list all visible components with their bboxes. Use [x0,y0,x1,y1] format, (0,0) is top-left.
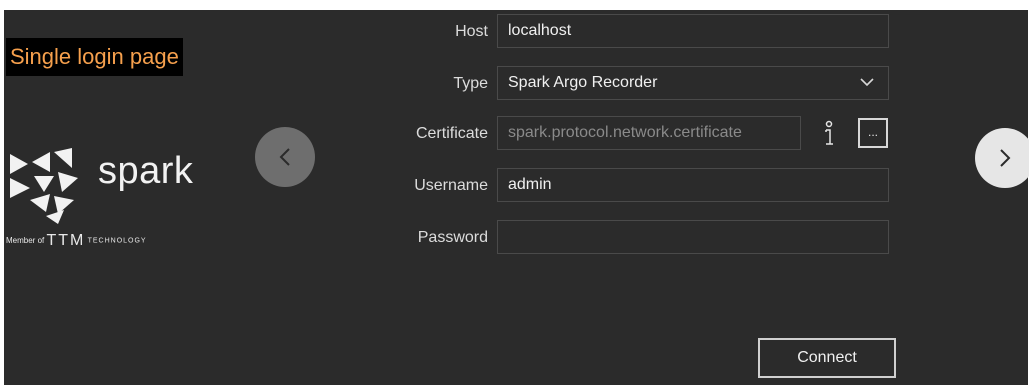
certificate-input[interactable]: spark.protocol.network.certificate [497,116,801,150]
info-icon[interactable] [822,120,836,148]
username-input[interactable]: admin [497,168,889,202]
connect-button[interactable]: Connect [758,338,896,378]
ttm-technology-text: TECHNOLOGY [87,237,147,245]
browse-certificate-button[interactable]: ... [858,118,888,148]
password-input[interactable] [497,220,889,254]
password-row: Password [360,220,900,256]
type-selected-value: Spark Argo Recorder [508,74,658,91]
member-of-text: Member of [6,236,45,246]
username-label: Username [414,177,488,194]
next-page-button[interactable] [975,128,1029,188]
type-label: Type [453,75,488,92]
ttm-brand: TTM [46,232,86,249]
username-row: Username admin [360,168,900,204]
host-row: Host localhost [360,14,900,50]
page-annotation: Single login page [6,38,183,76]
chevron-right-icon [1000,149,1011,167]
previous-page-button[interactable] [255,127,315,187]
type-select[interactable]: Spark Argo Recorder [497,66,889,100]
type-row: Type Spark Argo Recorder [360,66,900,102]
certificate-row: Certificate spark.protocol.network.certi… [360,116,900,152]
chevron-left-icon [279,148,290,166]
password-label: Password [417,229,488,246]
certificate-label: Certificate [415,125,488,142]
host-label: Host [455,23,488,40]
member-of-ttm-line: Member of TTM TECHNOLOGY [6,232,147,250]
chevron-down-icon [860,78,874,87]
host-input[interactable]: localhost [497,14,889,48]
spark-logo-mark-icon [10,148,78,224]
spark-logo: spark Member of TTM TECHNOLOGY [6,148,206,250]
spark-wordmark: spark [98,150,194,192]
